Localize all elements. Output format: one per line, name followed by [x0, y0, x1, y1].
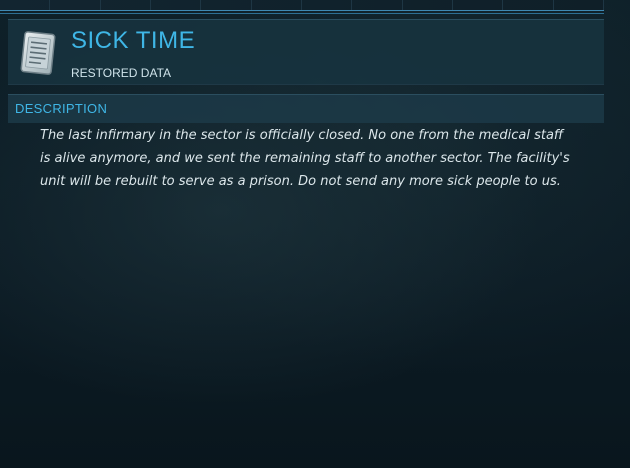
- description-header: DESCRIPTION: [8, 94, 604, 123]
- top-tab-strip: [0, 0, 604, 11]
- tab-slot[interactable]: [352, 0, 403, 10]
- tab-slot[interactable]: [453, 0, 504, 10]
- tab-slot[interactable]: [151, 0, 202, 10]
- tab-slot[interactable]: [302, 0, 353, 10]
- tab-slot[interactable]: [101, 0, 151, 10]
- tab-slot[interactable]: [50, 0, 101, 10]
- tab-slot[interactable]: [252, 0, 302, 10]
- document-icon: [20, 31, 56, 75]
- divider: [0, 13, 604, 14]
- entry-title: SICK TIME: [71, 27, 196, 54]
- description-text: The last infirmary in the sector is offi…: [40, 128, 570, 189]
- tab-slot[interactable]: [503, 0, 554, 10]
- tab-slot[interactable]: [0, 0, 51, 10]
- tab-slot[interactable]: [554, 0, 604, 10]
- tab-slot[interactable]: [201, 0, 252, 10]
- tab-slot[interactable]: [403, 0, 453, 10]
- entry-subtitle: RESTORED DATA: [71, 66, 172, 80]
- description-label: DESCRIPTION: [15, 101, 108, 116]
- entry-header: SICK TIME RESTORED DATA: [8, 19, 604, 85]
